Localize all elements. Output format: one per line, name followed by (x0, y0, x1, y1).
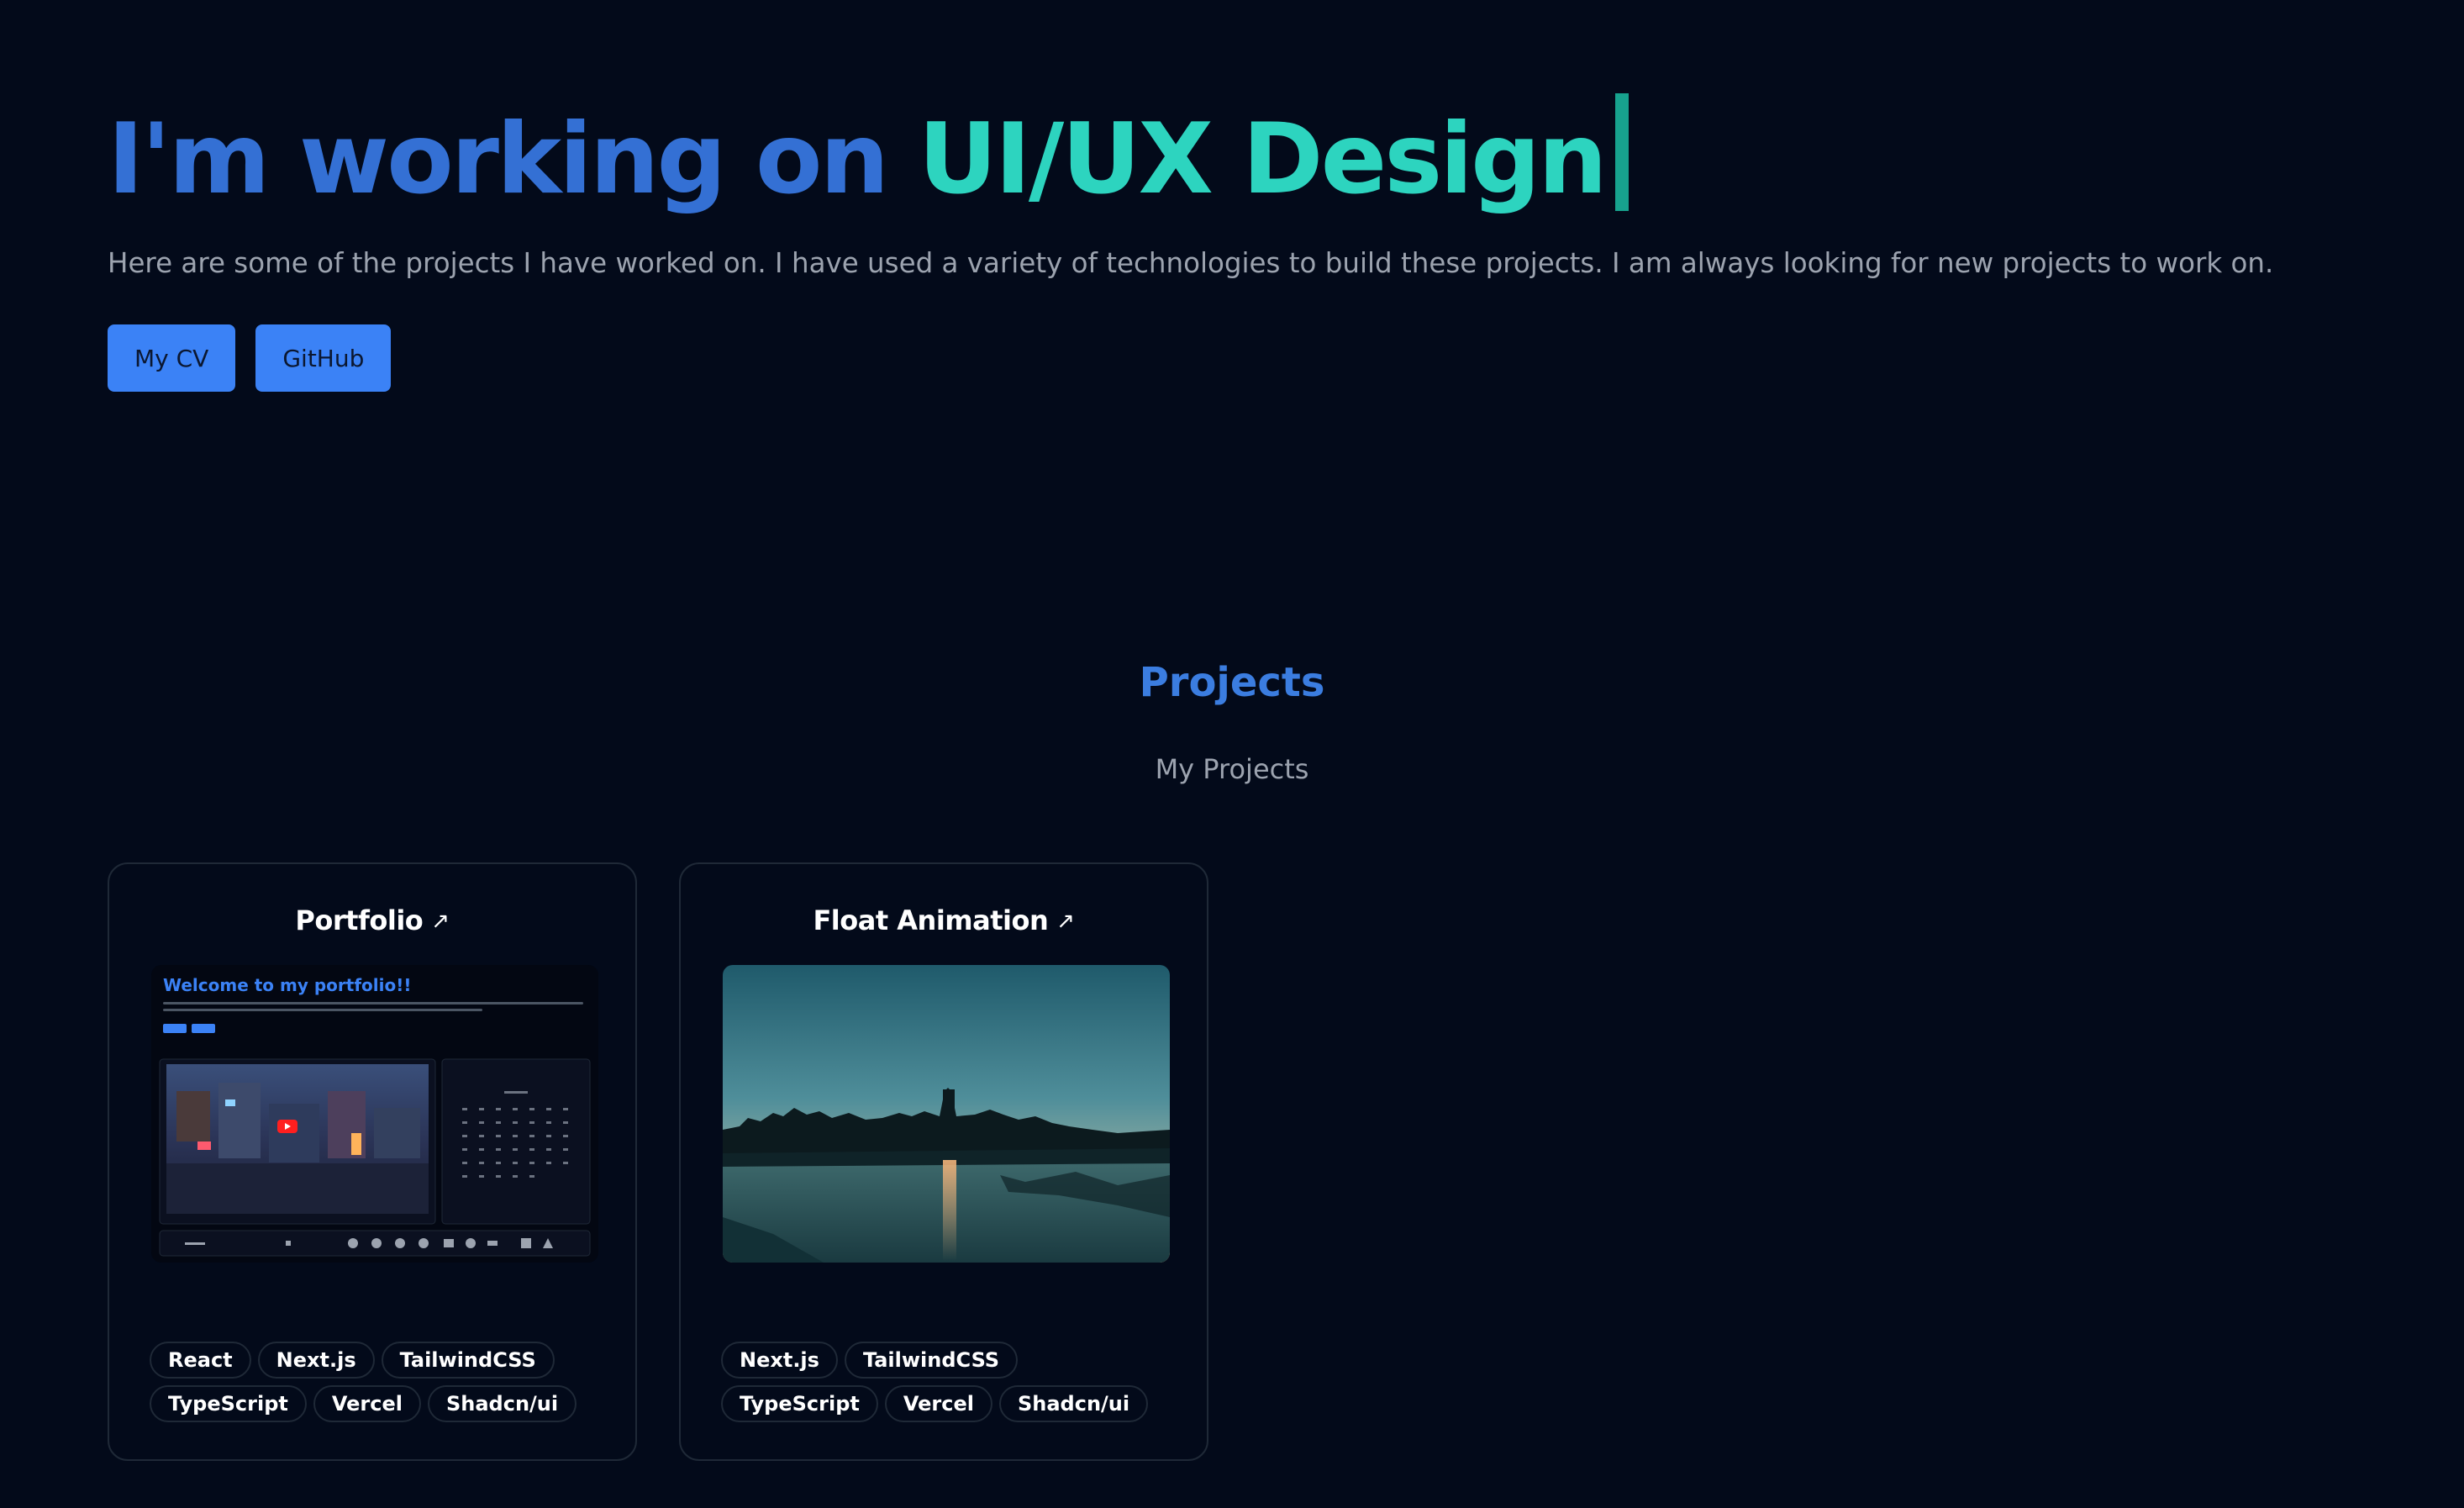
tech-tag: TypeScript (721, 1385, 878, 1422)
github-button[interactable]: GitHub (255, 324, 392, 392)
hero-heading: I'm working on UI/UX Design (108, 92, 2377, 227)
tech-tag-list: React Next.js TailwindCSS TypeScript Ver… (150, 1342, 603, 1422)
arrow-up-right-icon: ↗ (1056, 909, 1075, 934)
project-card-float-animation[interactable]: Float Animation ↗ Next.js TailwindCSS Ty… (679, 862, 1208, 1461)
project-card-portfolio[interactable]: Portfolio ↗ Welcome to my portfolio!! Re… (108, 862, 637, 1461)
hero-heading-prefix: I'm working on (108, 103, 919, 216)
tech-tag-list: Next.js TailwindCSS TypeScript Vercel Sh… (721, 1342, 1175, 1422)
tech-tag: Shadcn/ui (998, 1385, 1149, 1422)
tech-tag: TypeScript (150, 1385, 307, 1422)
tech-tag: Vercel (884, 1385, 992, 1422)
projects-section-title: Projects (1139, 659, 1325, 706)
page: I'm working on UI/UX Design Here are som… (0, 0, 2464, 1508)
project-title-link[interactable]: Portfolio ↗ (109, 904, 635, 936)
portfolio-screenshot: Welcome to my portfolio!! (151, 965, 598, 1263)
tech-tag: Next.js (721, 1342, 838, 1379)
hero-description: Here are some of the projects I have wor… (108, 247, 2274, 279)
project-title: Portfolio (295, 904, 424, 936)
project-preview-image (723, 965, 1170, 1263)
arrow-up-right-icon: ↗ (431, 909, 450, 934)
tech-tag: Next.js (257, 1342, 375, 1379)
tech-tag: TailwindCSS (381, 1342, 555, 1379)
project-title-link[interactable]: Float Animation ↗ (681, 904, 1207, 936)
projects-section-subtitle: My Projects (1155, 753, 1309, 785)
city-skyline-photo (723, 965, 1170, 1263)
tech-tag: Vercel (313, 1385, 421, 1422)
hero-section: I'm working on UI/UX Design Here are som… (108, 92, 2377, 392)
tech-tag: Shadcn/ui (427, 1385, 577, 1422)
project-preview-image: Welcome to my portfolio!! (151, 965, 598, 1263)
tech-tag: TailwindCSS (844, 1342, 1019, 1379)
my-cv-button[interactable]: My CV (108, 324, 236, 392)
hero-actions: My CV GitHub (108, 324, 2377, 392)
project-title: Float Animation (813, 904, 1049, 936)
preview-graphics (159, 1058, 591, 1257)
tech-tag: React (150, 1342, 251, 1379)
typing-cursor (1614, 93, 1629, 211)
hero-heading-highlight: UI/UX Design (918, 103, 1608, 216)
